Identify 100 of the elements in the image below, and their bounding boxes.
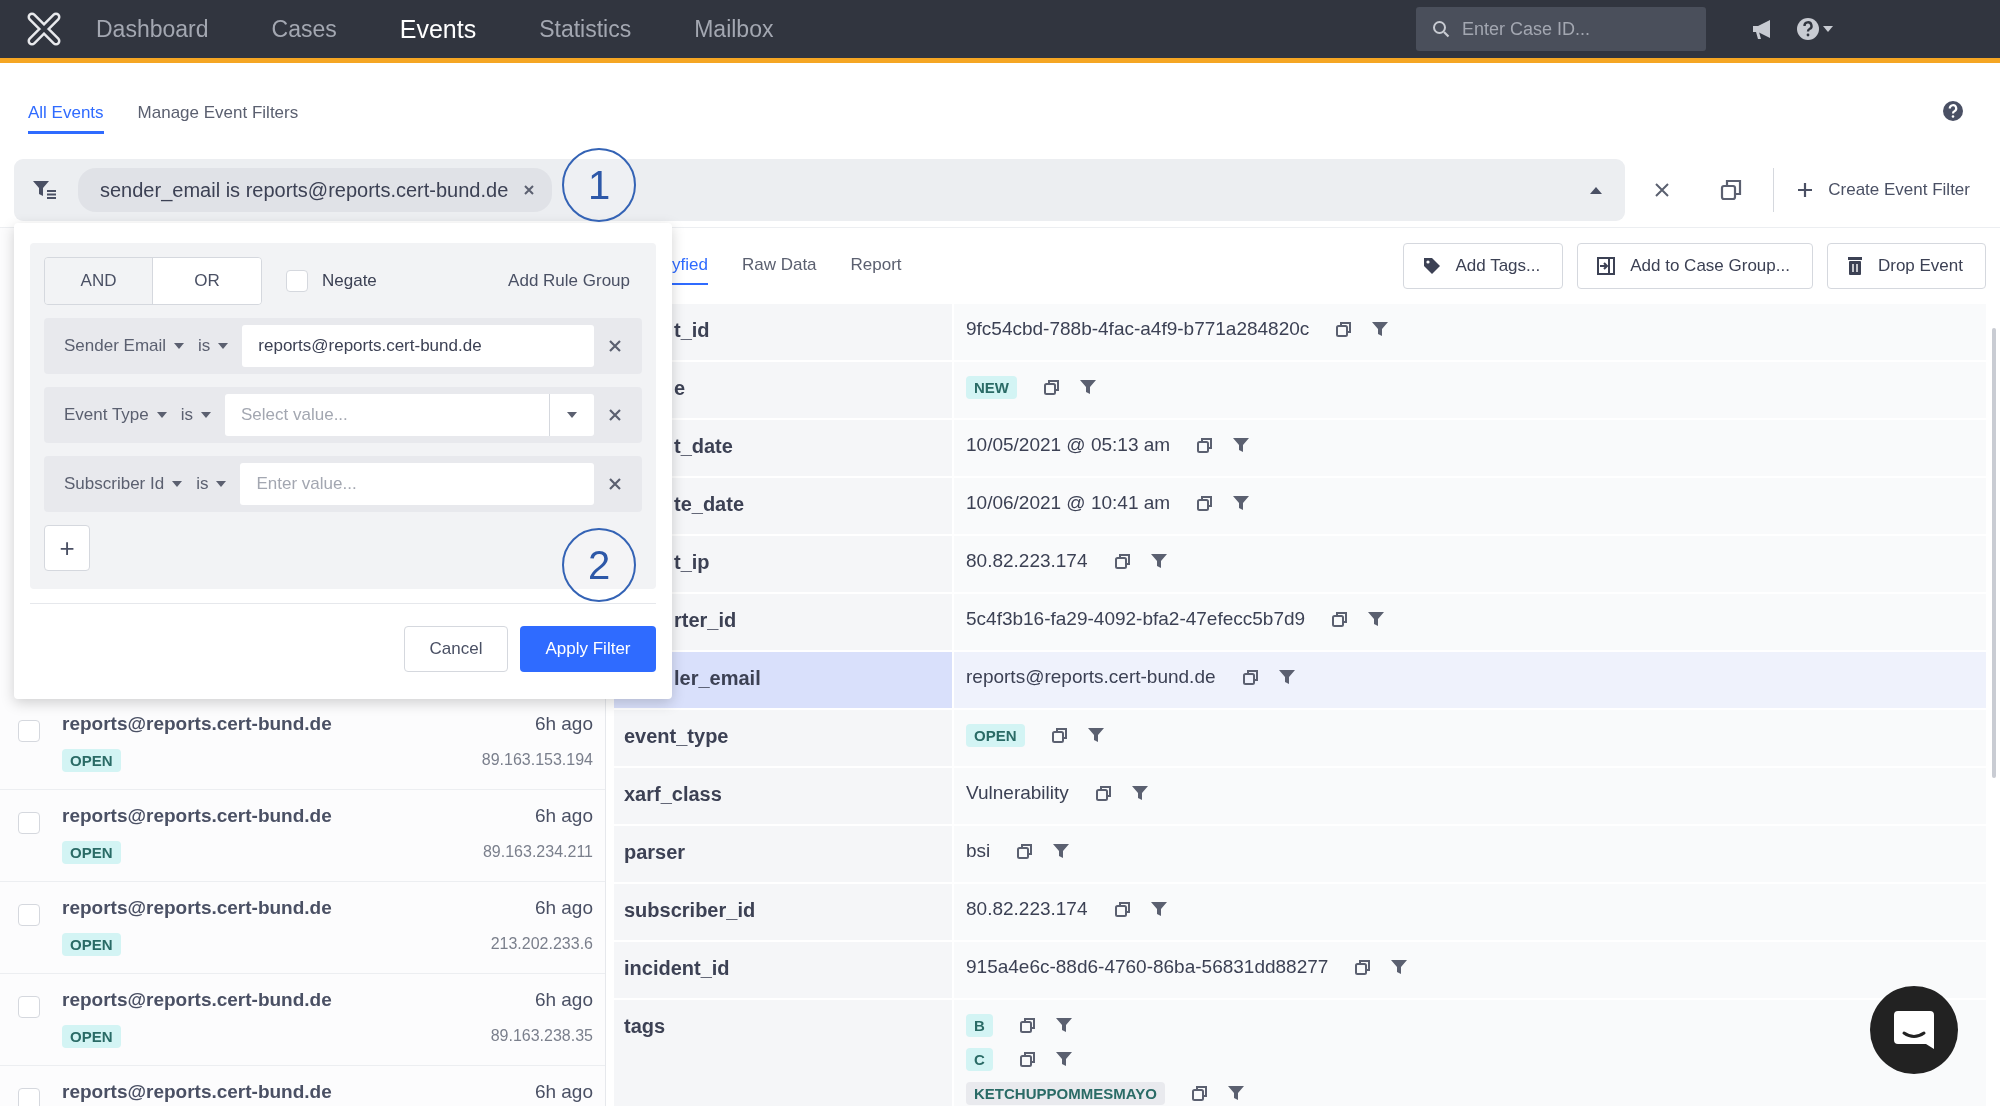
sub-tab[interactable]: All Events (28, 94, 104, 134)
filter-icon[interactable] (1226, 1084, 1245, 1102)
nav-link[interactable]: Cases (271, 15, 337, 43)
sender-email: reports@reports.cert-bund.de (62, 805, 332, 827)
operator-dropdown[interactable]: is (196, 474, 227, 494)
create-event-filter-button[interactable]: Create Event Filter (1796, 180, 1986, 200)
value-input[interactable]: reports@reports.cert-bund.de (242, 325, 594, 367)
filter-icon[interactable] (1079, 378, 1097, 396)
close-icon[interactable] (522, 183, 537, 197)
filter-icon[interactable] (1052, 842, 1071, 860)
copy-icon[interactable] (1043, 378, 1061, 396)
event-age: 6h ago (534, 897, 593, 919)
checkbox[interactable] (18, 996, 40, 1018)
event-age: 6h ago (534, 713, 593, 735)
combinator-toggle[interactable]: OR (153, 258, 261, 304)
action-button[interactable]: Add to Case Group... (1577, 243, 1813, 289)
field-value: 915a4e6c-88d6-4760-86ba-56831dd88277 (966, 956, 1329, 978)
sender-email: reports@reports.cert-bund.de (62, 713, 332, 735)
copy-icon[interactable] (1354, 958, 1373, 976)
detail-tab[interactable]: Raw Data (741, 247, 817, 285)
filter-icon[interactable] (1086, 726, 1105, 744)
copy-icon[interactable] (1335, 320, 1354, 338)
event-list-item[interactable]: reports@reports.cert-bund.de 6h ago OPEN 89.163.234.211 (0, 790, 605, 882)
search-icon (1432, 20, 1450, 38)
close-icon[interactable] (1653, 181, 1672, 199)
filter-chip[interactable]: sender_email is reports@reports.cert-bund.de (78, 168, 553, 212)
event-list-item[interactable]: reports@reports.cert-bund.de 6h ago OPEN 89.163.238.35 (0, 974, 605, 1066)
nav-link[interactable]: Statistics (539, 15, 632, 43)
event-list-item[interactable]: reports@reports.cert-bund.de 6h ago (0, 1066, 605, 1106)
copy-icon[interactable] (1331, 610, 1350, 628)
event-list-item[interactable]: reports@reports.cert-bund.de 6h ago OPEN 213.202.233.6 (0, 882, 605, 974)
copy-icon[interactable] (1018, 1050, 1037, 1068)
nav-link[interactable]: Dashboard (96, 15, 209, 43)
operator-dropdown[interactable]: is (198, 336, 229, 356)
filter-icon[interactable] (1232, 436, 1251, 454)
action-button[interactable]: Drop Event (1826, 243, 1986, 289)
tag-badge: B (966, 1013, 993, 1037)
logo-icon[interactable] (26, 11, 62, 47)
remove-icon[interactable] (608, 477, 622, 491)
filter-list-icon[interactable] (32, 179, 58, 201)
filter-icon[interactable] (1367, 610, 1386, 628)
add-to-group-icon (1596, 256, 1617, 276)
copy-icon[interactable] (1196, 436, 1215, 454)
filter-icon[interactable] (1130, 784, 1149, 802)
filter-icon[interactable] (1149, 552, 1168, 570)
remove-icon[interactable] (608, 408, 622, 422)
caret-icon (174, 343, 185, 349)
copy-icon[interactable] (1018, 1016, 1037, 1034)
checkbox[interactable] (18, 904, 40, 926)
copy-icon[interactable] (1113, 900, 1132, 918)
copy-icon[interactable] (1719, 178, 1744, 202)
field-value: 5c4f3b16-fa29-4092-bfa2-47efecc5b7d9 (966, 608, 1306, 630)
filter-icon[interactable] (1054, 1016, 1073, 1034)
nav-link[interactable]: Events (399, 14, 477, 44)
copy-icon[interactable] (1190, 1084, 1209, 1102)
combinator-toggle[interactable]: AND (45, 258, 153, 304)
checkbox[interactable] (18, 720, 40, 742)
copy-icon[interactable] (1050, 726, 1069, 744)
operator-dropdown[interactable]: is (180, 405, 212, 425)
tag-icon (1421, 256, 1442, 276)
detail-tab[interactable]: Report (850, 247, 902, 285)
remove-icon[interactable] (608, 339, 622, 353)
field-dropdown[interactable]: Sender Email (64, 336, 185, 356)
filter-icon[interactable] (1232, 494, 1251, 512)
sub-tab[interactable]: Manage Event Filters (137, 94, 299, 134)
help-icon[interactable] (1942, 100, 1964, 122)
add-rule-button[interactable]: + (44, 525, 90, 571)
caret-icon (201, 412, 212, 418)
filter-icon[interactable] (1371, 320, 1390, 338)
filter-icon[interactable] (1149, 900, 1168, 918)
annotation-marker: 1 (562, 148, 636, 222)
filter-icon[interactable] (1054, 1050, 1073, 1068)
field-name: xarf_class (624, 783, 722, 806)
field-dropdown[interactable]: Subscriber Id (64, 474, 183, 494)
case-search-field[interactable]: Enter Case ID... (1416, 7, 1706, 51)
help-menu-icon[interactable] (1796, 16, 1836, 42)
checkbox[interactable] (18, 1088, 40, 1106)
filter-icon[interactable] (1390, 958, 1409, 976)
collapse-caret-icon[interactable] (1589, 185, 1604, 195)
cancel-button[interactable]: Cancel (404, 626, 508, 672)
copy-icon[interactable] (1094, 784, 1113, 802)
field-dropdown[interactable]: Event Type (64, 405, 167, 425)
ip-address: 89.163.234.211 (482, 843, 593, 861)
add-rule-group-link[interactable]: Add Rule Group (508, 271, 630, 291)
copy-icon[interactable] (1016, 842, 1035, 860)
apply-filter-button[interactable]: Apply Filter (520, 626, 656, 672)
filter-icon[interactable] (1277, 668, 1296, 686)
ip-address: 89.163.153.194 (481, 751, 593, 769)
copy-icon[interactable] (1241, 668, 1260, 686)
tag-badge: KETCHUPPOMMESMAYO (966, 1081, 1165, 1105)
field-name: rter_id (674, 609, 737, 632)
checkbox[interactable] (18, 812, 40, 834)
negate-checkbox[interactable] (286, 270, 308, 292)
status-badge: OPEN (62, 748, 121, 772)
action-button[interactable]: Add Tags... (1402, 243, 1564, 289)
nav-link[interactable]: Mailbox (694, 15, 774, 43)
value-input[interactable]: Enter value... (240, 463, 594, 505)
annotation-marker: 2 (562, 528, 636, 602)
copy-icon[interactable] (1196, 494, 1215, 512)
copy-icon[interactable] (1113, 552, 1132, 570)
